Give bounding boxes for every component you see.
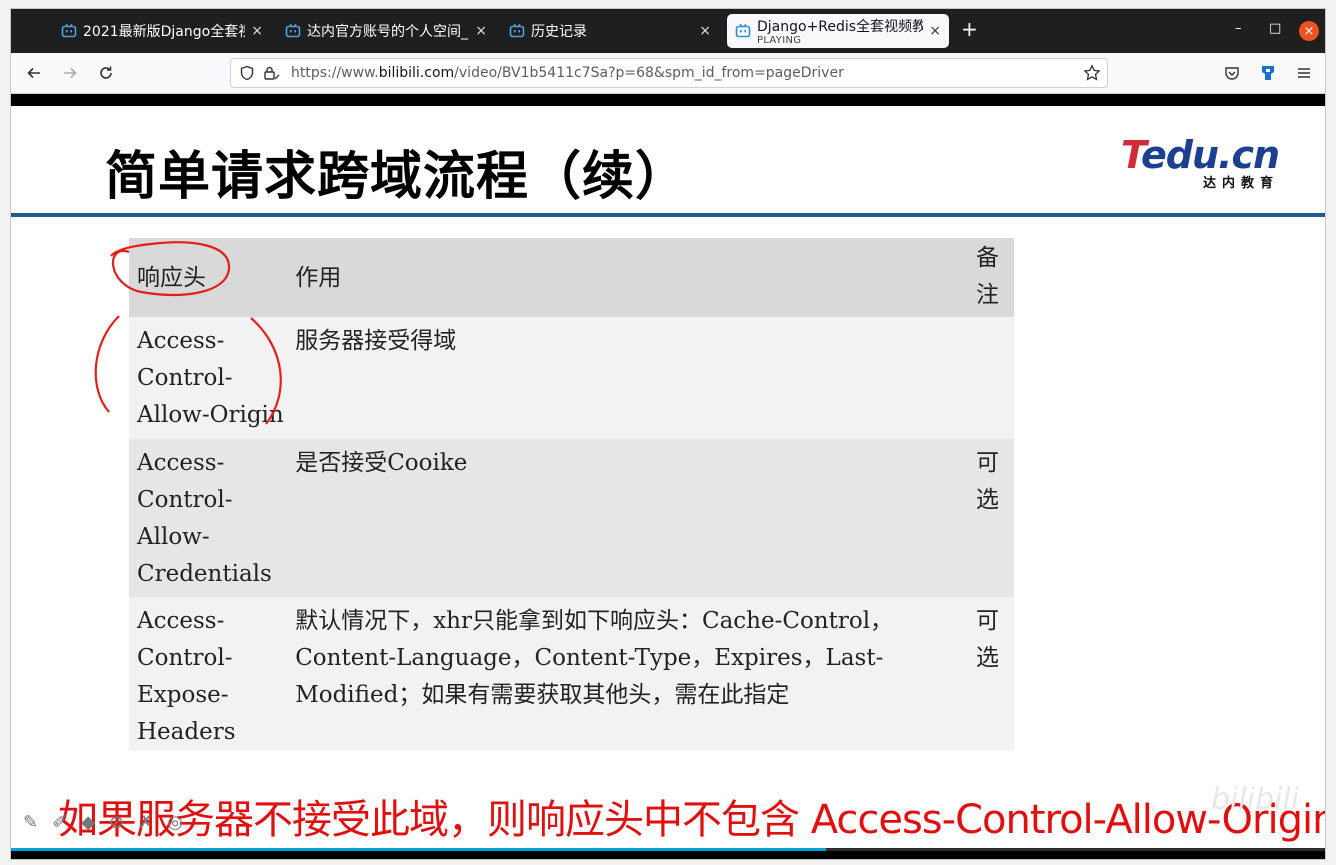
tab-strip: 2021最新版Django全套视 × 达内官方账号的个人空间_ × 历史记录 ×…: [11, 9, 1325, 53]
extension-icon[interactable]: [1257, 62, 1279, 84]
pointer-icon[interactable]: ✗: [138, 812, 153, 833]
back-button[interactable]: [23, 62, 45, 84]
bilibili-favicon-icon: [61, 23, 77, 39]
minimize-button[interactable]: –: [1235, 21, 1242, 36]
tab-close-icon[interactable]: ×: [699, 23, 711, 39]
drawing-toolbar: ✎ ✐ ◆ ⊘ ✗ ◎: [23, 812, 183, 833]
video-player[interactable]: 简单请求跨域流程（续） Tedu.cn 达内教育 响应头 作用 备注 Acces…: [11, 94, 1326, 859]
tab-django-redis-playing[interactable]: Django+Redis全套视频教 PLAYING ×: [727, 14, 949, 48]
tab-close-icon[interactable]: ×: [929, 23, 941, 39]
video-letterbox-bottom: [11, 851, 1325, 859]
bilibili-favicon-icon: [509, 23, 525, 39]
marker-icon[interactable]: ✐: [52, 812, 67, 833]
bilibili-watermark: bilibili: [1211, 782, 1300, 817]
maximize-button[interactable]: □: [1269, 21, 1281, 36]
reload-icon: [100, 66, 112, 79]
tab-playing-label: PLAYING: [757, 35, 802, 46]
url-bar[interactable]: https://www.bilibili.com/video/BV1b5411c…: [230, 58, 1108, 88]
shield-icon[interactable]: [239, 65, 255, 85]
window-close-button[interactable]: ×: [1299, 21, 1319, 41]
annotation-circle: [110, 241, 231, 296]
tab-history[interactable]: 历史记录 ×: [501, 14, 719, 48]
bilibili-favicon-icon: [285, 23, 301, 39]
tab-django-course[interactable]: 2021最新版Django全套视 ×: [53, 14, 271, 48]
browser-window: 2021最新版Django全套视 × 达内官方账号的个人空间_ × 历史记录 ×…: [10, 8, 1326, 860]
back-arrow-icon: [27, 67, 40, 79]
navigation-toolbar: https://www.bilibili.com/video/BV1b5411c…: [11, 53, 1325, 94]
bookmark-star-icon[interactable]: [1083, 64, 1101, 86]
url-text[interactable]: https://www.bilibili.com/video/BV1b5411c…: [291, 65, 844, 81]
annotation-right-paren: [250, 317, 282, 425]
tab-title: 2021最新版Django全套视: [83, 24, 246, 40]
tab-title: 历史记录: [531, 24, 587, 40]
reload-button[interactable]: [95, 62, 117, 84]
url-prefix: https://www.: [291, 65, 379, 81]
tab-title-text: Django+Redis全套视频教: [757, 19, 924, 35]
laser-icon[interactable]: ◎: [167, 812, 183, 833]
menu-hamburger-icon[interactable]: [1293, 62, 1315, 84]
new-tab-button[interactable]: +: [961, 19, 978, 39]
tab-tedu-space[interactable]: 达内官方账号的个人空间_ ×: [277, 14, 495, 48]
url-path: /video/BV1b5411c7Sa?p=68&spm_id_from=pag…: [454, 65, 844, 81]
forward-arrow-icon: [64, 67, 77, 79]
pocket-icon[interactable]: [1221, 62, 1243, 84]
tab-close-icon[interactable]: ×: [475, 23, 487, 39]
url-domain: bilibili.com: [378, 65, 455, 81]
pen-icon[interactable]: ✎: [23, 812, 38, 833]
annotation-layer: [94, 241, 282, 425]
tab-close-icon[interactable]: ×: [251, 23, 263, 39]
bilibili-favicon-icon: [735, 23, 751, 39]
video-subtitle: 如果服务器不接受此域，则响应头中不包含 Access-Control-Allow…: [58, 797, 1326, 843]
tab-title: 达内官方账号的个人空间_: [307, 24, 468, 40]
forward-button[interactable]: [59, 62, 81, 84]
lock-icon[interactable]: [263, 65, 281, 85]
stamp-icon[interactable]: ⊘: [109, 812, 124, 833]
eraser-icon[interactable]: ◆: [81, 812, 95, 833]
annotation-left-paren: [94, 315, 120, 413]
tab-title: Django+Redis全套视频教 PLAYING: [757, 16, 923, 46]
